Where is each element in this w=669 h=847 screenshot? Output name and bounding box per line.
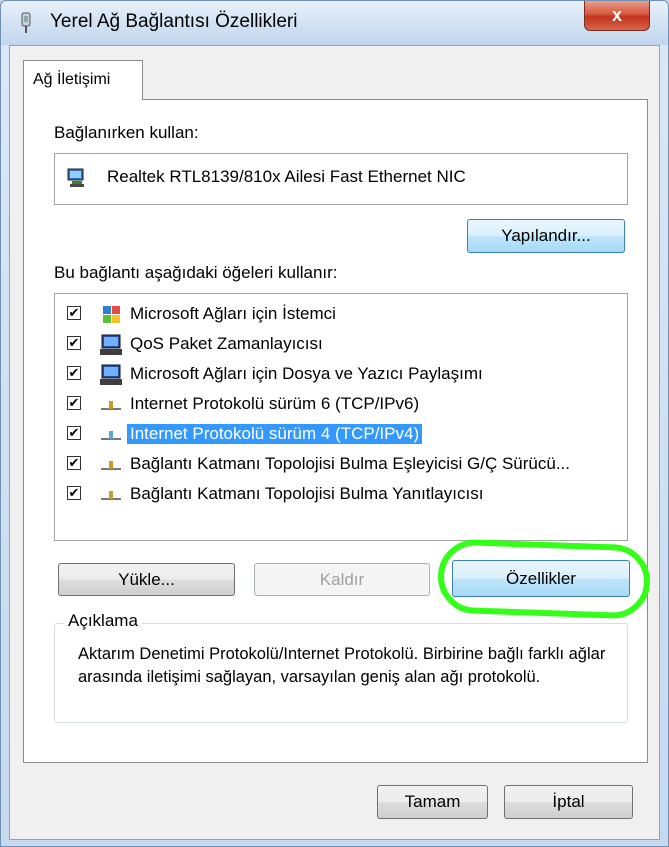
window-title: Yerel Ağ Bağlantısı Özellikleri <box>50 11 298 32</box>
item-label: Microsoft Ağları için İstemci <box>130 304 336 323</box>
protocol-icon <box>101 401 121 410</box>
install-button[interactable]: Yükle... <box>58 563 235 596</box>
configure-button[interactable]: Yapılandır... <box>467 219 625 253</box>
network-adapter-icon <box>67 168 84 187</box>
list-item[interactable]: ✔ Microsoft Ağları için İstemci <box>55 302 627 328</box>
protocol-icon <box>101 461 121 470</box>
item-checkbox[interactable]: ✔ <box>67 396 81 410</box>
close-button[interactable]: x <box>584 1 650 31</box>
adapter-box: Realtek RTL8139/810x Ailesi Fast Etherne… <box>54 153 628 205</box>
components-list[interactable]: ✔ Microsoft Ağları için İstemci ✔ QoS Pa… <box>54 293 628 541</box>
item-checkbox[interactable]: ✔ <box>67 486 81 500</box>
list-item[interactable]: ✔ Bağlantı Katmanı Topolojisi Bulma Yanı… <box>55 482 627 508</box>
item-checkbox[interactable]: ✔ <box>67 306 81 320</box>
item-checkbox[interactable]: ✔ <box>67 456 81 470</box>
list-item[interactable]: ✔ QoS Paket Zamanlayıcısı <box>55 332 627 358</box>
tab-networking[interactable]: Ağ İletişimi <box>23 60 143 100</box>
item-label: Internet Protokolü sürüm 4 (TCP/IPv4) <box>127 424 423 444</box>
list-item[interactable]: ✔ Internet Protokolü sürüm 4 (TCP/IPv4) <box>55 422 627 448</box>
protocol-icon <box>101 431 121 440</box>
connect-using-label: Bağlanırken kullan: <box>54 123 199 142</box>
network-client-icon <box>103 306 120 323</box>
network-service-icon <box>100 334 122 355</box>
item-checkbox[interactable]: ✔ <box>67 366 81 380</box>
description-legend: Açıklama <box>64 611 142 631</box>
list-item[interactable]: ✔ Internet Protokolü sürüm 6 (TCP/IPv6) <box>55 392 627 418</box>
uninstall-button[interactable]: Kaldır <box>254 563 430 596</box>
properties-dialog: Yerel Ağ Bağlantısı Özellikleri x Ağ İle… <box>0 0 669 847</box>
item-label: QoS Paket Zamanlayıcısı <box>130 334 323 353</box>
description-text: Aktarım Denetimi Protokolü/Internet Prot… <box>78 645 606 686</box>
ok-button[interactable]: Tamam <box>377 785 488 819</box>
title-bar[interactable]: Yerel Ağ Bağlantısı Özellikleri x <box>1 1 668 45</box>
item-label: Internet Protokolü sürüm 6 (TCP/IPv6) <box>130 394 420 413</box>
items-label: Bu bağlantı aşağıdaki öğeleri kullanır: <box>54 263 338 282</box>
item-checkbox[interactable]: ✔ <box>67 336 81 350</box>
list-item[interactable]: ✔ Microsoft Ağları için Dosya ve Yazıcı … <box>55 362 627 388</box>
cancel-button[interactable]: İptal <box>504 785 633 819</box>
network-connection-icon <box>21 12 31 33</box>
annotation-oval <box>436 538 652 620</box>
adapter-name: Realtek RTL8139/810x Ailesi Fast Etherne… <box>107 167 466 186</box>
item-label: Bağlantı Katmanı Topolojisi Bulma Yanıtl… <box>130 484 484 503</box>
protocol-icon <box>101 491 121 500</box>
list-item[interactable]: ✔ Bağlantı Katmanı Topolojisi Bulma Eşle… <box>55 452 627 478</box>
item-label: Microsoft Ağları için Dosya ve Yazıcı Pa… <box>130 364 483 383</box>
network-service-icon <box>100 364 122 385</box>
item-label: Bağlantı Katmanı Topolojisi Bulma Eşleyi… <box>130 454 570 473</box>
item-checkbox[interactable]: ✔ <box>67 426 81 440</box>
